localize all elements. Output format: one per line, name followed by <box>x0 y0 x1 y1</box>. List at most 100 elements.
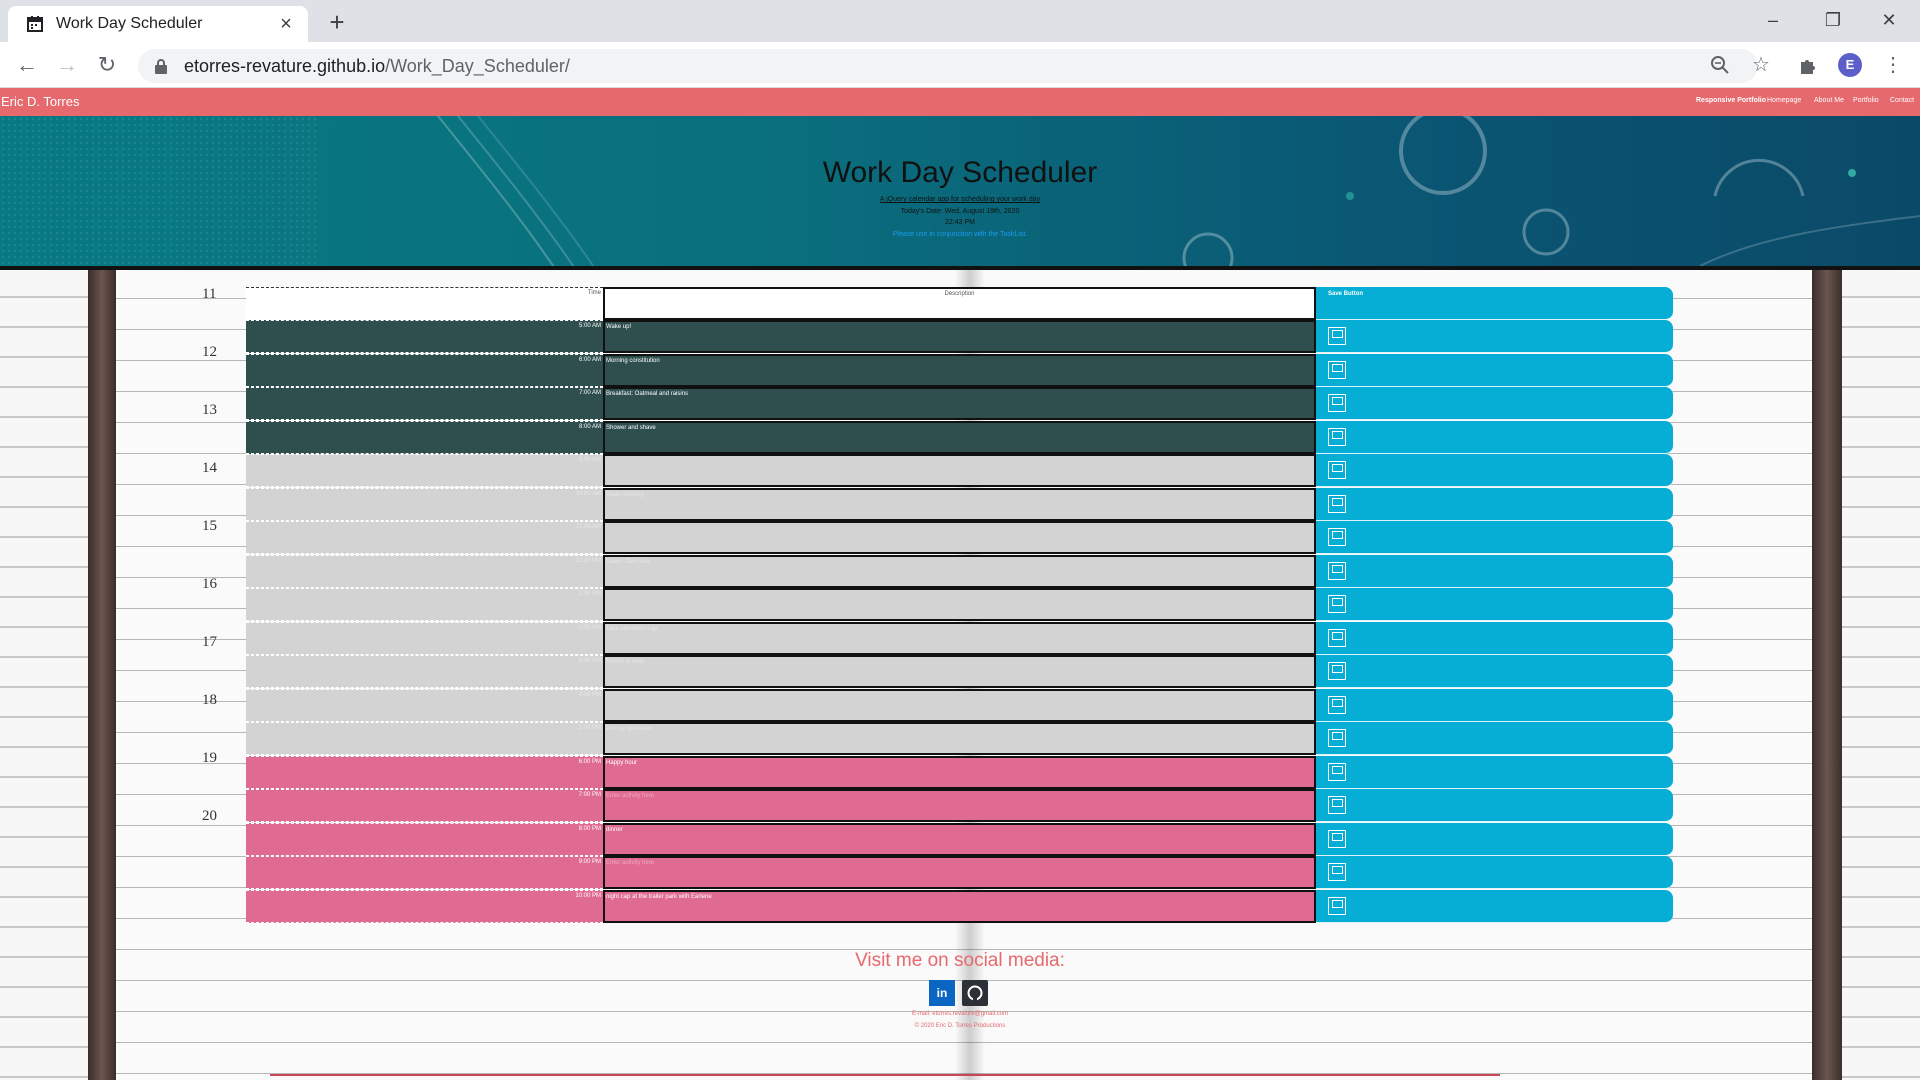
nav-link-contact[interactable]: Contact <box>1890 97 1914 104</box>
background-hour-number: 20 <box>202 808 217 824</box>
hour-label: 11:00 AM <box>246 521 603 554</box>
save-button[interactable] <box>1316 722 1673 755</box>
activity-textarea[interactable]: Enter activity here <box>603 856 1316 889</box>
back-icon[interactable]: ← <box>12 50 42 80</box>
save-button[interactable] <box>1316 622 1673 655</box>
activity-textarea[interactable]: dinner <box>603 823 1316 856</box>
hero-decoration <box>0 116 1920 266</box>
new-tab-button[interactable]: + <box>322 8 352 38</box>
brand-name[interactable]: Eric D. Torres <box>1 94 80 109</box>
save-button[interactable] <box>1316 856 1673 889</box>
floppy-disk-icon <box>1328 461 1346 479</box>
hour-row: 8:00 PM dinner <box>246 823 1673 856</box>
save-button[interactable] <box>1316 588 1673 621</box>
activity-textarea[interactable]: night cap at the trailer park with Earle… <box>603 890 1316 923</box>
activity-textarea[interactable]: Enter activity here <box>603 789 1316 822</box>
floppy-disk-icon <box>1328 796 1346 814</box>
activity-textarea[interactable] <box>603 588 1316 621</box>
hour-label: 3:00 PM <box>246 655 603 688</box>
floppy-disk-icon <box>1328 394 1346 412</box>
url-host: etorres-revature.github.io <box>184 55 386 76</box>
activity-textarea[interactable]: Team meeting <box>603 488 1316 521</box>
background-hour-number: 15 <box>202 518 217 534</box>
save-button[interactable] <box>1316 689 1673 722</box>
current-time: 22:43 PM <box>945 219 975 226</box>
forward-icon[interactable]: → <box>52 50 82 80</box>
nav-link-responsive-portfolio[interactable]: Responsive Portfolio <box>1696 97 1766 104</box>
hour-row: 12:00 PM Lunch: Dim sum <box>246 555 1673 588</box>
top-navbar: Eric D. Torres Responsive Portfolio Home… <box>0 88 1920 116</box>
hero-subtitle: A jQuery calendar app for scheduling you… <box>879 196 1041 203</box>
activity-textarea[interactable]: Breakfast: Oatmeal and raisins <box>603 387 1316 420</box>
activity-textarea[interactable]: Pick up groceries <box>603 722 1316 755</box>
menu-kebab-icon[interactable]: ⋮ <box>1880 52 1906 78</box>
bookmark-star-icon[interactable]: ☆ <box>1748 52 1774 78</box>
address-bar[interactable]: etorres-revature.github.io/Work_Day_Sche… <box>138 49 1758 83</box>
hour-label: 9:00 PM <box>246 856 603 889</box>
schedule-header-row: Time Description Save Button <box>246 287 1673 320</box>
floppy-disk-icon <box>1328 897 1346 915</box>
minimize-icon[interactable]: – <box>1750 6 1796 36</box>
background-hour-number: 17 <box>202 634 217 650</box>
nav-link-portfolio[interactable]: Portfolio <box>1853 97 1879 104</box>
hour-label: 7:00 AM <box>246 387 603 420</box>
floppy-disk-icon <box>1328 361 1346 379</box>
floppy-disk-icon <box>1328 562 1346 580</box>
activity-textarea[interactable]: Morning constitution <box>603 354 1316 387</box>
hour-row: 3:00 PM Return to work <box>246 655 1673 688</box>
tasklist-note-link[interactable]: Please use in conjunction with the TaskL… <box>0 231 1920 238</box>
browser-tab[interactable]: Work Day Scheduler × <box>8 6 308 42</box>
current-date: Today's Date: Wed, August 19th, 2020 <box>900 208 1020 215</box>
browser-toolbar: ← → ↻ etorres-revature.github.io/Work_Da… <box>0 42 1920 88</box>
save-button[interactable] <box>1316 387 1673 420</box>
hour-label: 12:00 PM <box>246 555 603 588</box>
activity-textarea[interactable]: Take afternoon nap <box>603 622 1316 655</box>
reload-icon[interactable]: ↻ <box>92 50 122 80</box>
activity-textarea[interactable] <box>603 689 1316 722</box>
save-button[interactable] <box>1316 789 1673 822</box>
save-button[interactable] <box>1316 555 1673 588</box>
activity-textarea[interactable]: Lunch: Dim sum <box>603 555 1316 588</box>
save-button[interactable] <box>1316 454 1673 487</box>
save-button[interactable] <box>1316 655 1673 688</box>
floppy-disk-icon <box>1328 595 1346 613</box>
save-button[interactable] <box>1316 320 1673 353</box>
hour-row: 5:00 PM Pick up groceries <box>246 722 1673 755</box>
floppy-disk-icon <box>1328 528 1346 546</box>
profile-avatar[interactable]: E <box>1838 53 1862 77</box>
activity-textarea[interactable]: Shower and shave <box>603 421 1316 454</box>
github-icon[interactable] <box>962 980 988 1006</box>
background-hour-number: 13 <box>202 402 217 418</box>
hour-row: 10:00 PM night cap at the trailer park wi… <box>246 890 1673 923</box>
save-button[interactable] <box>1316 890 1673 923</box>
close-window-icon[interactable]: ✕ <box>1866 6 1912 36</box>
floppy-disk-icon <box>1328 662 1346 680</box>
email-link[interactable]: E-mail: etorres.revature@gmail.com <box>0 1011 1920 1017</box>
hour-label: 5:00 PM <box>246 722 603 755</box>
nav-link-homepage[interactable]: Homepage <box>1767 97 1801 104</box>
nav-link-about-me[interactable]: About Me <box>1814 97 1844 104</box>
activity-textarea[interactable]: Return to work <box>603 655 1316 688</box>
activity-textarea[interactable]: Wake up! <box>603 320 1316 353</box>
linkedin-icon[interactable]: in <box>929 980 955 1006</box>
activity-textarea[interactable] <box>603 521 1316 554</box>
notebook-red-margin-line <box>270 1074 1500 1076</box>
hour-label: 8:00 AM <box>246 421 603 454</box>
restore-icon[interactable]: ❐ <box>1810 6 1856 36</box>
save-button[interactable] <box>1316 823 1673 856</box>
close-tab-icon[interactable]: × <box>274 13 298 36</box>
save-button[interactable] <box>1316 488 1673 521</box>
save-button[interactable] <box>1316 354 1673 387</box>
save-button[interactable] <box>1316 421 1673 454</box>
save-button[interactable] <box>1316 521 1673 554</box>
hour-label: 9:00 AM <box>246 454 603 487</box>
zoom-icon[interactable] <box>1710 55 1730 75</box>
save-button[interactable] <box>1316 756 1673 789</box>
background-hour-number: 12 <box>202 344 217 360</box>
hour-label: 10:00 AM <box>246 488 603 521</box>
activity-textarea[interactable] <box>603 454 1316 487</box>
time-header: Time <box>246 287 603 320</box>
activity-textarea[interactable]: Happy hour <box>603 756 1316 789</box>
floppy-disk-icon <box>1328 327 1346 345</box>
extensions-puzzle-icon[interactable] <box>1798 54 1820 76</box>
